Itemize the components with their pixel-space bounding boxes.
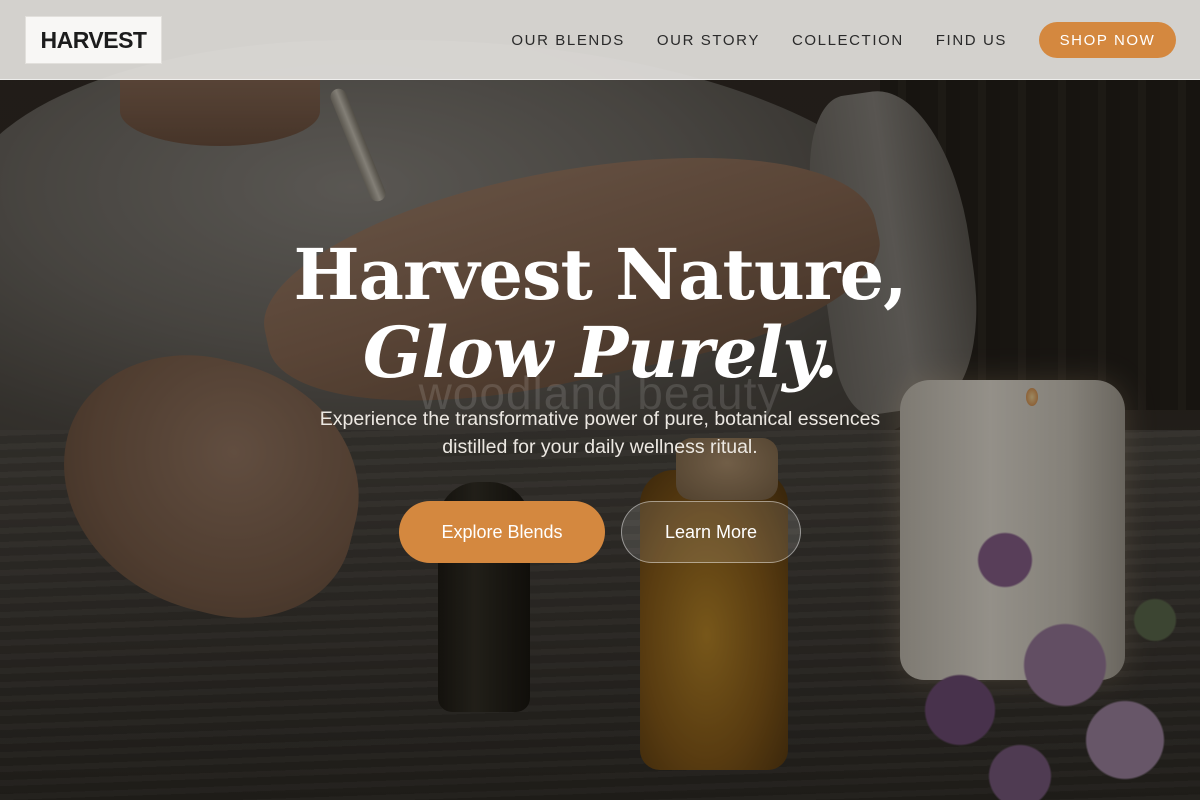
- hero-subtitle-line2: distilled for your daily wellness ritual…: [442, 436, 758, 458]
- hero-subtitle: Experience the transformative power of p…: [0, 405, 1200, 461]
- site-header: HARVEST OUR BLENDS OUR STORY COLLECTION …: [0, 0, 1200, 80]
- nav-link-our-blends[interactable]: OUR BLENDS: [511, 32, 625, 49]
- main-nav: OUR BLENDS OUR STORY COLLECTION FIND US …: [511, 0, 1176, 80]
- hero-section: woodland beauty Harvest Nature, Glow Pur…: [0, 0, 1200, 800]
- nav-link-find-us[interactable]: FIND US: [936, 32, 1007, 49]
- explore-blends-button[interactable]: Explore Blends: [399, 501, 605, 563]
- hero-headline-line1: Harvest Nature,: [293, 233, 907, 316]
- shop-now-button[interactable]: SHOP NOW: [1039, 22, 1176, 58]
- nav-link-collection[interactable]: COLLECTION: [792, 32, 904, 49]
- hero-subtitle-line1: Experience the transformative power of p…: [319, 408, 881, 430]
- learn-more-button[interactable]: Learn More: [621, 501, 801, 563]
- nav-link-our-story[interactable]: OUR STORY: [657, 32, 760, 49]
- hero-headline: Harvest Nature, Glow Purely.: [0, 236, 1200, 392]
- hero-actions: Explore Blends Learn More: [0, 501, 1200, 563]
- brand-logo[interactable]: HARVEST: [25, 16, 162, 64]
- hero-headline-line2: Glow Purely.: [362, 311, 838, 394]
